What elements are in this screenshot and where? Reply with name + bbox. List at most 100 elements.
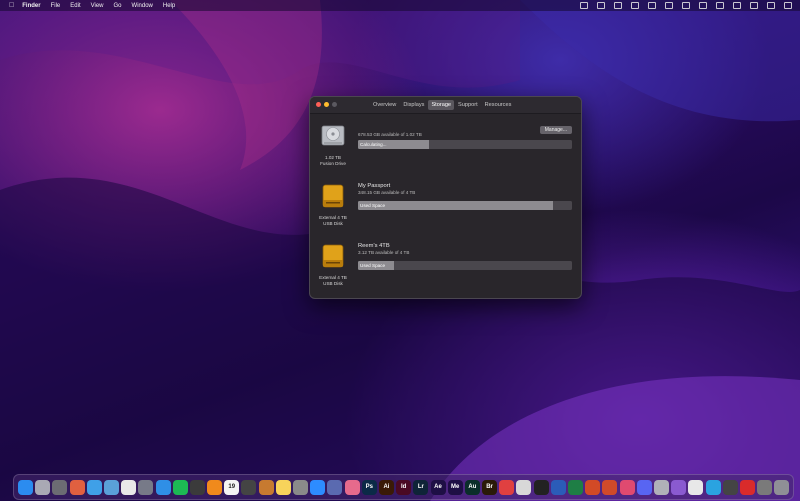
wallet-icon[interactable] (580, 2, 588, 9)
tab-displays[interactable]: Displays (400, 100, 427, 110)
display-icon[interactable] (665, 2, 673, 9)
gamepad-icon[interactable] (631, 2, 639, 9)
notes-icon[interactable] (275, 479, 291, 495)
app-icon-35[interactable] (602, 479, 618, 495)
slack-icon[interactable] (688, 479, 704, 495)
indesign-icon[interactable]: Id (396, 479, 412, 495)
minimize-window-button[interactable] (324, 102, 329, 107)
drive-name: My Passport (358, 183, 391, 189)
drive-info: My Passport 348.15 GB available of 4 TB … (358, 183, 573, 210)
menu-go[interactable]: Go (114, 3, 122, 9)
bluetooth-icon[interactable] (716, 2, 724, 9)
drive-info: 678.53 GB available of 1.02 TB Calculati… (358, 131, 573, 149)
headphones-icon[interactable] (648, 2, 656, 9)
photoshop-icon[interactable]: Ps (361, 479, 377, 495)
storage-bar-fill (358, 201, 553, 210)
fan-icon[interactable] (597, 2, 605, 9)
app-icon-38[interactable] (653, 479, 669, 495)
app-icon-42[interactable] (722, 479, 738, 495)
tab-storage[interactable]: Storage (428, 100, 455, 110)
user-icon[interactable] (682, 2, 690, 9)
zoom-icon[interactable] (310, 479, 326, 495)
acrobat-icon[interactable] (739, 479, 755, 495)
audition-icon[interactable]: Au (464, 479, 480, 495)
menu-window[interactable]: Window (132, 3, 153, 9)
safari-icon[interactable] (155, 479, 171, 495)
spotify-icon[interactable] (172, 479, 188, 495)
drive-row-reems-4tb: External 4 TB USB Disk Reem's 4TB 3.12 T… (310, 241, 581, 293)
app-icon-19[interactable] (327, 479, 343, 495)
menu-bar:  Finder File Edit View Go Window Help (0, 0, 800, 11)
powerpoint-icon[interactable] (585, 479, 601, 495)
illustrator-icon[interactable]: Ai (378, 479, 394, 495)
app-icon-36[interactable] (619, 479, 635, 495)
word-icon[interactable] (550, 479, 566, 495)
trash-icon[interactable] (774, 479, 790, 495)
app-icon-8[interactable] (138, 479, 154, 495)
media-encoder-icon[interactable]: Me (447, 479, 463, 495)
app-icon-6[interactable] (103, 479, 119, 495)
drive-availability: 678.53 GB available of 1.02 TB (358, 132, 422, 137)
bridge-icon[interactable]: Br (482, 479, 498, 495)
drive-caption: External 4 TB USB Disk (319, 275, 347, 286)
app-icon-30[interactable] (516, 479, 532, 495)
storage-bar-label: Used Space (360, 202, 386, 208)
app-icon-29[interactable] (499, 479, 515, 495)
about-this-mac-window: Overview Displays Storage Support Resour… (309, 96, 582, 299)
window-titlebar: Overview Displays Storage Support Resour… (310, 97, 581, 114)
capcut-icon[interactable] (533, 479, 549, 495)
storage-bar: Calculating... (358, 140, 572, 149)
launchpad-icon[interactable] (35, 479, 51, 495)
lightroom-icon[interactable]: Lr (413, 479, 429, 495)
excel-icon[interactable] (568, 479, 583, 495)
menu-finder[interactable]: Finder (22, 3, 40, 9)
app-icon-11[interactable] (189, 479, 205, 495)
control-center-icon[interactable] (767, 2, 775, 9)
drive-row-internal: 1.02 TB Fusion Drive 678.53 GB available… (310, 121, 581, 173)
storage-bar-label: Used Space (360, 262, 386, 268)
zoom-window-button[interactable] (332, 102, 337, 107)
external-drive-icon (322, 244, 344, 268)
drive-availability: 3.12 TB available of 4 TB (358, 250, 410, 255)
menu-help[interactable]: Help (163, 3, 175, 9)
search-icon[interactable] (699, 2, 707, 9)
chrome-icon[interactable] (121, 479, 137, 495)
drive-availability: 348.15 GB available of 4 TB (358, 190, 416, 195)
tab-overview[interactable]: Overview (370, 100, 399, 110)
vlc-icon[interactable] (207, 479, 223, 495)
tab-support[interactable]: Support (455, 100, 481, 110)
apple-logo-icon[interactable]:  (9, 2, 14, 9)
drive-row-my-passport: External 4 TB USB Disk My Passport 348.1… (310, 181, 581, 233)
drive-caption: 1.02 TB Fusion Drive (320, 155, 346, 166)
app-icon-14[interactable] (241, 479, 257, 495)
menu-view[interactable]: View (91, 3, 104, 9)
app-icon-39[interactable] (671, 479, 687, 495)
storage-bar-label: Calculating... (360, 141, 387, 147)
menu-file[interactable]: File (51, 3, 61, 9)
app-icon-5[interactable] (86, 479, 102, 495)
external-drive-icon (322, 184, 344, 208)
app-icon-17[interactable] (293, 479, 308, 495)
app-store-icon[interactable] (69, 479, 85, 495)
spotlight-icon[interactable] (750, 2, 758, 9)
drive-caption: External 4 TB USB Disk (319, 215, 347, 226)
tab-bar: Overview Displays Storage Support Resour… (370, 100, 514, 110)
storage-bar: Used Space (358, 261, 572, 270)
vpn-icon[interactable] (614, 2, 622, 9)
tab-resources[interactable]: Resources (482, 100, 515, 110)
drive-info: Reem's 4TB 3.12 TB available of 4 TB Use… (358, 243, 573, 270)
after-effects-icon[interactable]: Ae (430, 479, 446, 495)
discord-icon[interactable] (636, 479, 652, 495)
storage-bar: Used Space (358, 201, 572, 210)
app-icon-20[interactable] (344, 479, 360, 495)
finder-icon[interactable] (18, 479, 33, 495)
siri-icon[interactable] (784, 2, 792, 9)
telegram-icon[interactable] (705, 479, 721, 495)
close-window-button[interactable] (316, 102, 321, 107)
menu-edit[interactable]: Edit (70, 3, 80, 9)
app-icon-15[interactable] (258, 479, 274, 495)
wifi-icon[interactable] (733, 2, 741, 9)
app-icon-44[interactable] (757, 479, 773, 495)
calendar-icon[interactable]: 19 (224, 479, 240, 495)
system-prefs-icon[interactable] (52, 479, 68, 495)
